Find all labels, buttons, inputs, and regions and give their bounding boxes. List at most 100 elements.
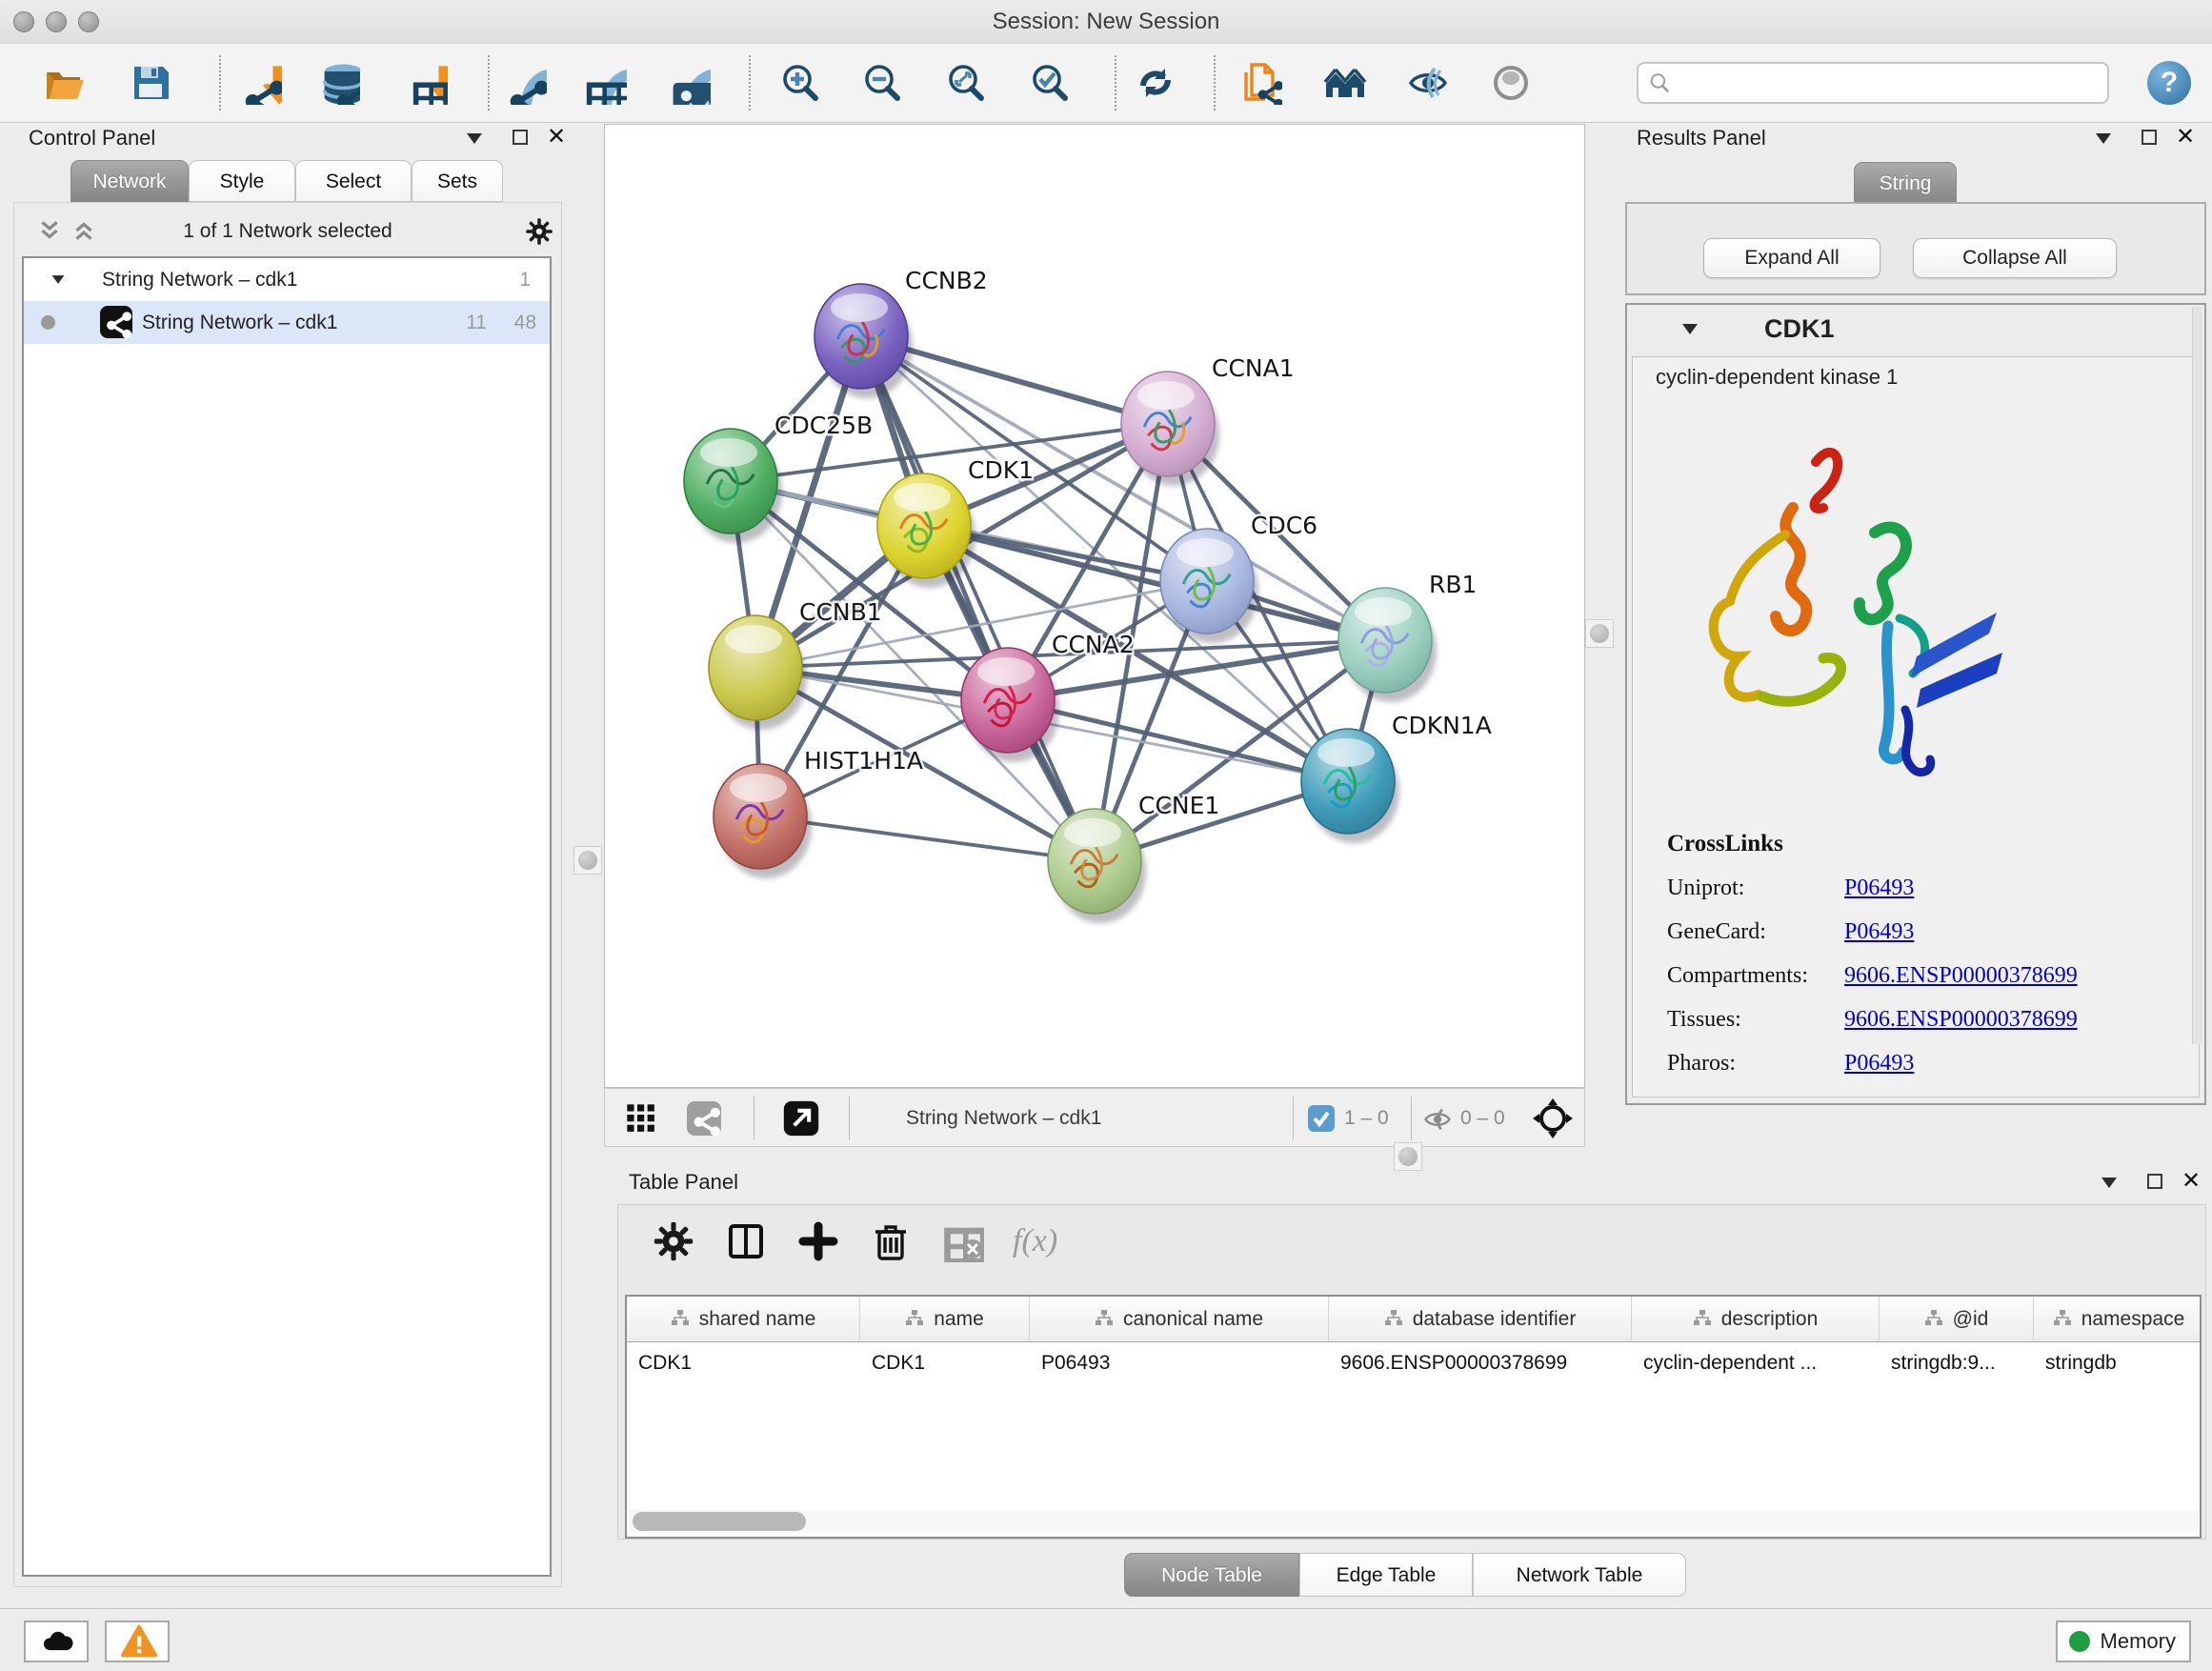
collapse-all-button[interactable]: Collapse All [1913,238,2117,278]
panel-menu-icon[interactable] [467,133,482,144]
search-input[interactable] [1637,62,2109,104]
column-header-description[interactable]: description [1632,1297,1880,1342]
zoom-in-button[interactable] [778,61,822,105]
zoom-fit-button[interactable] [944,61,988,105]
crosslink-link[interactable]: P06493 [1844,1051,1914,1076]
memory-button[interactable]: Memory [2056,1621,2191,1662]
network-node-HIST1H1A[interactable] [714,764,812,878]
network-node-CCNA2[interactable] [961,648,1059,762]
network-view-canvas[interactable]: CCNB2CCNA1CDC25BCDK1CDC6RB1CCNB1CCNA2CDK… [604,124,1585,1088]
show-columns-button[interactable] [725,1220,767,1262]
string-home-button[interactable] [1323,61,1367,105]
panel-float-icon[interactable] [2142,130,2157,145]
import-network-database-button[interactable] [316,61,360,105]
panel-close-icon[interactable]: ✕ [2176,128,2195,147]
network-collection-row[interactable]: String Network – cdk1 1 [24,258,550,301]
collapse-section-icon[interactable] [1682,324,1698,334]
network-node-CCNE1[interactable] [1048,809,1146,923]
network-edge-CCNB2-CCNE1[interactable] [861,336,1095,861]
panel-close-icon[interactable]: ✕ [2182,1172,2201,1191]
crosshair-icon[interactable] [1531,1097,1575,1140]
panel-menu-icon[interactable] [2101,1178,2117,1188]
string-results-header-box: Expand All Collapse All [1625,202,2206,295]
table-container: f(x) shared namenamecanonical namedataba… [617,1204,2206,1540]
network-node-CDK1[interactable] [877,473,975,588]
collection-expander-icon[interactable] [52,275,65,284]
tab-network[interactable]: Network [70,160,189,202]
crosslink-link[interactable]: 9606.ENSP00000378699 [1844,1007,2078,1032]
zoom-out-button[interactable] [860,61,904,105]
import-table-button[interactable] [404,61,448,105]
left-splitter-handle[interactable] [573,846,602,875]
warning-icon [120,1622,158,1661]
tab-sets[interactable]: Sets [412,160,503,202]
control-panel-title: Control Panel [29,126,155,151]
right-splitter-handle[interactable] [1585,619,1614,648]
column-header-name[interactable]: name [860,1297,1030,1342]
network-graph[interactable]: CCNB2CCNA1CDC25BCDK1CDC6RB1CCNB1CCNA2CDK… [605,125,1584,1087]
string-hide-glyphs-button[interactable] [1406,61,1450,105]
tab-edge-table[interactable]: Edge Table [1299,1553,1473,1597]
houses-icon [1323,61,1367,105]
column-header-canonical-name[interactable]: canonical name [1030,1297,1329,1342]
network-row-selected[interactable]: String Network – cdk1 11 48 [24,301,550,344]
protein-header[interactable]: CDK1 [1627,305,2204,356]
table-settings-button[interactable] [653,1220,694,1262]
string-import-button[interactable] [1238,61,1282,105]
open-session-button[interactable] [43,61,87,105]
tab-style[interactable]: Style [189,160,295,202]
refresh-icon [1134,61,1177,105]
cloud-button[interactable] [24,1621,89,1662]
zoom-selected-button[interactable] [1028,61,1072,105]
crosslink-link[interactable]: 9606.ENSP00000378699 [1844,963,2078,988]
tab-network-table[interactable]: Network Table [1473,1553,1686,1597]
network-node-CDC25B[interactable] [684,429,782,543]
hidden-eye-slash-icon[interactable] [1422,1104,1453,1135]
delete-column-button[interactable] [870,1220,912,1262]
export-network-button[interactable] [503,61,547,105]
column-header-namespace[interactable]: namespace [2034,1297,2202,1342]
add-column-button[interactable] [797,1220,839,1262]
horizontal-scrollbar[interactable] [629,1510,2198,1533]
column-header--id[interactable]: @id [1880,1297,2034,1342]
panel-menu-icon[interactable] [2096,133,2111,144]
network-node-CCNA1[interactable] [1121,372,1219,486]
network-node-RB1[interactable] [1338,588,1437,702]
column-header-shared-name[interactable]: shared name [627,1297,860,1342]
import-network-file-button[interactable] [238,61,282,105]
export-table-button[interactable] [583,61,627,105]
options-gear-icon[interactable] [525,217,553,246]
panel-float-icon[interactable] [2147,1174,2162,1189]
tab-string[interactable]: String [1854,162,1957,204]
warnings-button[interactable] [105,1621,170,1662]
network-node-CCNB2[interactable] [814,284,913,398]
toolbar-separator [1411,1097,1412,1140]
panel-close-icon[interactable]: ✕ [547,128,566,147]
memory-label: Memory [2101,1629,2176,1653]
scrollbar-thumb[interactable] [633,1512,806,1531]
delete-table-button[interactable] [942,1220,984,1262]
export-image-button[interactable] [667,61,711,105]
function-builder-button[interactable]: f(x) [1013,1220,1055,1262]
panel-float-icon[interactable] [513,130,528,145]
tab-node-table[interactable]: Node Table [1124,1553,1299,1597]
open-external-icon[interactable] [782,1099,820,1137]
node-label-CCNA2: CCNA2 [1052,631,1135,658]
grid-icon[interactable] [626,1103,656,1134]
refresh-layout-button[interactable] [1134,61,1177,105]
expand-all-button[interactable]: Expand All [1703,238,1880,278]
string-doc-share-icon [1238,61,1282,105]
results-scrollbar[interactable] [2192,307,2202,1044]
selected-checkbox-icon[interactable] [1308,1105,1335,1132]
network-node-CDC6[interactable] [1160,529,1258,643]
help-button[interactable]: ? [2147,61,2191,105]
toolbar-separator [219,55,221,111]
share-icon[interactable] [687,1101,721,1136]
crosslink-link[interactable]: P06493 [1844,919,1914,944]
column-header-database-identifier[interactable]: database identifier [1329,1297,1632,1342]
string-glass-ball-button[interactable] [1489,61,1533,105]
network-node-CDKN1A[interactable] [1301,729,1399,843]
save-session-button[interactable] [129,61,172,105]
tab-select[interactable]: Select [295,160,412,202]
crosslink-link[interactable]: P06493 [1844,876,1914,900]
